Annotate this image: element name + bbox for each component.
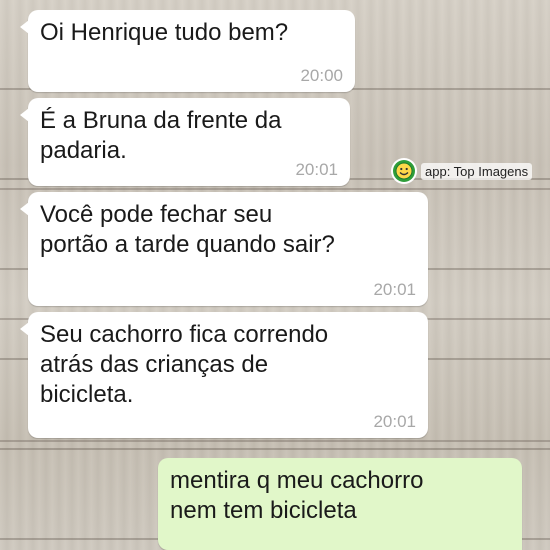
message-bubble-outgoing[interactable]: mentira q meu cachorro nem tem bicicleta [158, 458, 522, 550]
message-text: Seu cachorro fica correndo atrás das cri… [40, 321, 329, 408]
message-bubble-incoming[interactable]: Oi Henrique tudo bem? 20:00 [20, 10, 355, 92]
message-text: Você pode fechar seu portão a tarde quan… [40, 201, 335, 258]
watermark-text: app: Top Imagens [421, 162, 533, 180]
watermark: app: Top Imagens [393, 158, 533, 184]
smiley-icon [393, 160, 415, 182]
message-bubble-incoming[interactable]: Seu cachorro fica correndo atrás das cri… [20, 312, 428, 438]
message-timestamp: 20:01 [295, 160, 338, 179]
plank-seam [0, 440, 550, 442]
message-timestamp: 20:01 [373, 280, 416, 299]
message-text: Oi Henrique tudo bem? [40, 19, 289, 46]
message-bubble-incoming[interactable]: Você pode fechar seu portão a tarde quan… [20, 192, 428, 306]
message-text: mentira q meu cachorro nem tem bicicleta [170, 467, 424, 524]
message-timestamp: 20:01 [373, 412, 416, 431]
message-bubble-incoming[interactable]: É a Bruna da frente da padaria. 20:01 [20, 98, 350, 186]
message-timestamp: 20:00 [300, 66, 343, 85]
plank-seam [0, 188, 550, 190]
message-text: É a Bruna da frente da padaria. [40, 107, 282, 164]
